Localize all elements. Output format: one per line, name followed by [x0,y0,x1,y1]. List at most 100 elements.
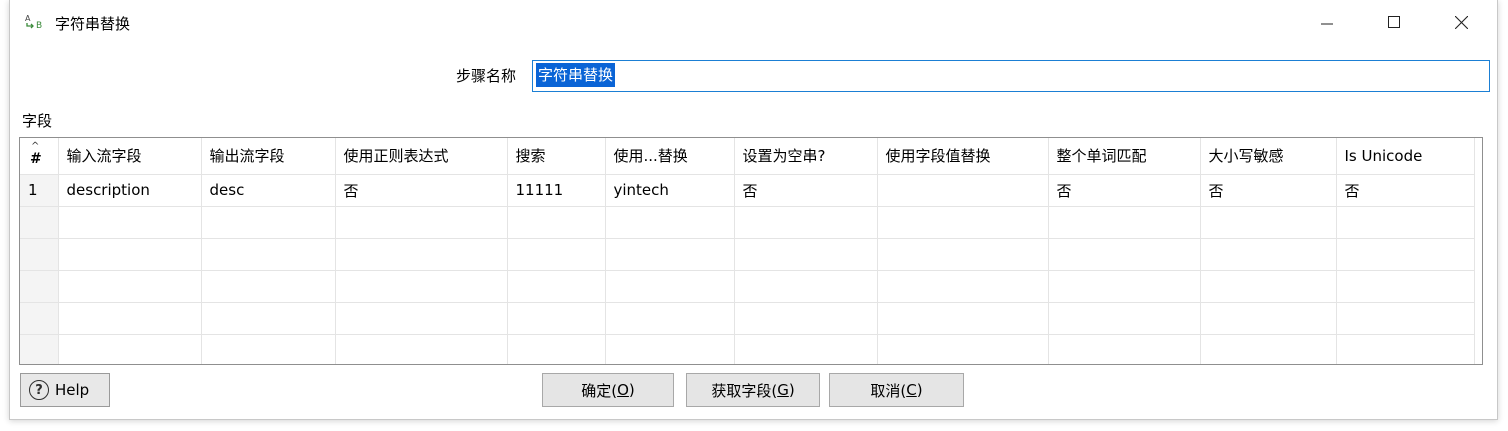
table-row[interactable] [20,270,1475,303]
step-name-input[interactable]: 字符串替换 [532,60,1490,92]
column-header-is-unicode[interactable]: Is Unicode [1336,138,1475,175]
row-index: 1 [20,174,59,207]
row-index [20,302,59,335]
table-cell[interactable] [1336,206,1475,239]
table-cell[interactable] [1336,270,1475,303]
column-header-replace-with-field[interactable]: 使用字段值替换 [877,138,1049,175]
table-cell[interactable] [507,270,606,303]
table-cell[interactable] [507,206,606,239]
table-cell[interactable] [1200,238,1337,271]
table-row[interactable] [20,302,1475,335]
column-header-replace-with[interactable]: 使用...替换 [605,138,735,175]
table-cell[interactable] [1048,238,1201,271]
table-cell[interactable] [201,238,336,271]
table-cell[interactable] [1336,334,1475,364]
table-cell[interactable] [201,334,336,364]
table-cell[interactable] [605,238,735,271]
table-cell[interactable]: desc [201,174,336,207]
table-cell[interactable] [605,270,735,303]
column-header-input-field[interactable]: 输入流字段 [58,138,202,175]
table-cell[interactable] [335,334,508,364]
table-row[interactable] [20,238,1475,271]
row-index [20,206,59,239]
table-cell[interactable] [1200,302,1337,335]
table-cell[interactable] [734,334,878,364]
table-cell[interactable] [877,302,1049,335]
row-index [20,238,59,271]
table-cell[interactable]: 否 [734,174,878,207]
table-cell[interactable] [877,334,1049,364]
table-cell[interactable] [335,206,508,239]
table-cell[interactable] [201,270,336,303]
help-label: Help [55,381,90,399]
table-cell[interactable] [734,270,878,303]
column-header-set-empty[interactable]: 设置为空串? [734,138,878,175]
maximize-button[interactable] [1371,0,1417,44]
table-cell[interactable]: 否 [1336,174,1475,207]
table-cell[interactable] [507,238,606,271]
column-header-output-field[interactable]: 输出流字段 [201,138,336,175]
table-cell[interactable] [734,302,878,335]
column-header-search[interactable]: 搜索 [507,138,606,175]
table-cell[interactable] [1048,270,1201,303]
table-cell[interactable] [201,302,336,335]
table-cell[interactable] [58,270,202,303]
table-cell[interactable] [605,334,735,364]
table-cell[interactable] [1048,302,1201,335]
column-header-whole-word[interactable]: 整个单词匹配 [1048,138,1201,175]
table-cell[interactable]: yintech [605,174,735,207]
table-cell[interactable] [335,302,508,335]
table-cell[interactable] [1048,206,1201,239]
table-cell[interactable] [58,302,202,335]
table-cell[interactable]: 否 [1048,174,1201,207]
table-cell[interactable] [877,206,1049,239]
close-icon [1454,15,1468,29]
table-cell[interactable] [877,174,1049,207]
dialog-window: A B 字符串替换 步骤名称 字符串替换 字段 ^ # 输入流字段 输出流字段 … [9,0,1498,420]
table-cell[interactable]: 否 [335,174,508,207]
table-cell[interactable] [1200,334,1337,364]
ok-button[interactable]: 确定(O) [542,373,674,407]
table-cell[interactable] [734,206,878,239]
table-cell[interactable] [58,334,202,364]
help-button[interactable]: ? Help [20,373,110,407]
table-cell[interactable] [605,206,735,239]
minimize-button[interactable] [1304,0,1350,44]
table-cell[interactable] [1200,206,1337,239]
table-cell[interactable] [201,206,336,239]
table-cell[interactable] [877,238,1049,271]
cancel-button[interactable]: 取消(C) [829,373,964,407]
table-cell[interactable]: description [58,174,202,207]
table-cell[interactable] [58,206,202,239]
title-bar: A B 字符串替换 [10,0,1497,46]
table-row[interactable]: 1 description desc 否 11111 yintech 否 否 否… [20,174,1475,207]
table-cell[interactable]: 否 [1200,174,1337,207]
column-header-case-sensitive[interactable]: 大小写敏感 [1200,138,1337,175]
column-header-use-regex[interactable]: 使用正则表达式 [335,138,508,175]
table-cell[interactable] [335,270,508,303]
fields-table[interactable]: ^ # 输入流字段 输出流字段 使用正则表达式 搜索 使用...替换 设置为空串… [19,137,1483,365]
table-cell[interactable] [734,238,878,271]
table-cell[interactable] [58,238,202,271]
table-cell[interactable]: 11111 [507,174,606,207]
table-cell[interactable] [605,302,735,335]
table-cell[interactable] [507,302,606,335]
table-cell[interactable] [877,270,1049,303]
table-cell[interactable] [1336,238,1475,271]
table-cell[interactable] [1200,270,1337,303]
table-row[interactable] [20,206,1475,239]
table-row[interactable] [20,334,1475,364]
table-header-row: ^ # 输入流字段 输出流字段 使用正则表达式 搜索 使用...替换 设置为空串… [20,138,1475,175]
maximize-icon [1388,16,1400,28]
step-name-value: 字符串替换 [536,63,616,87]
close-button[interactable] [1438,0,1484,44]
table-cell[interactable] [1048,334,1201,364]
table-cell[interactable] [507,334,606,364]
get-fields-button[interactable]: 获取字段(G) [686,373,820,407]
table-cell[interactable] [335,238,508,271]
svg-text:B: B [36,21,42,30]
help-icon: ? [29,380,49,400]
column-header-index[interactable]: ^ # [20,138,59,175]
step-name-label: 步骤名称 [456,67,517,85]
table-cell[interactable] [1336,302,1475,335]
